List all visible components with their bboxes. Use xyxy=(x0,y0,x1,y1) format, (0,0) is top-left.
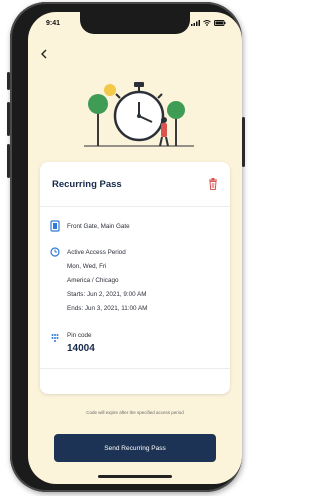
pin-value: 14004 xyxy=(67,343,95,354)
mute-switch xyxy=(7,72,10,90)
expiry-note: Code will expire after the specified acc… xyxy=(86,410,184,415)
battery-icon xyxy=(214,20,226,26)
home-indicator xyxy=(98,475,172,478)
gate-icon xyxy=(50,220,60,232)
stopwatch-illustration xyxy=(84,82,194,147)
power-button xyxy=(242,117,245,167)
access-period-label: Active Access Period xyxy=(67,249,126,256)
access-timezone: America / Chicago xyxy=(67,277,119,284)
access-end: Ends: Jun 3, 2021, 11:00 AM xyxy=(67,305,148,312)
pass-card: Recurring Pass Front Gate, Main Gate Act… xyxy=(40,162,230,394)
card-header: Recurring Pass xyxy=(40,162,230,207)
access-period-details: Active Access Period Mon, Wed, Fri Ameri… xyxy=(67,246,147,316)
app-screen: 9:41 Recurring Pass Front Gate, Main Gat… xyxy=(28,12,242,484)
volume-up-button xyxy=(7,102,10,136)
trash-icon[interactable] xyxy=(208,178,218,190)
access-days: Mon, Wed, Fri xyxy=(67,263,107,270)
back-button[interactable] xyxy=(40,46,56,62)
status-time: 9:41 xyxy=(46,20,61,27)
status-icons xyxy=(191,20,226,26)
card-divider xyxy=(40,368,230,369)
access-period-row: Active Access Period Mon, Wed, Fri Ameri… xyxy=(40,246,147,316)
pin-row: Pin code 14004 xyxy=(40,332,95,354)
location-row: Front Gate, Main Gate xyxy=(40,220,130,234)
pin-details: Pin code 14004 xyxy=(67,332,95,354)
notch xyxy=(80,12,190,34)
location-text: Front Gate, Main Gate xyxy=(67,223,130,230)
wifi-icon xyxy=(203,20,211,26)
chevron-left-icon xyxy=(41,49,47,59)
access-start: Starts: Jun 2, 2021, 9:00 AM xyxy=(67,291,147,298)
pin-label: Pin code xyxy=(67,332,92,339)
volume-down-button xyxy=(7,144,10,178)
card-title: Recurring Pass xyxy=(52,178,122,190)
send-recurring-pass-button[interactable]: Send Recurring Pass xyxy=(54,434,216,462)
signal-icon xyxy=(191,20,200,26)
keypad-icon xyxy=(51,334,59,342)
clock-icon xyxy=(50,247,60,257)
